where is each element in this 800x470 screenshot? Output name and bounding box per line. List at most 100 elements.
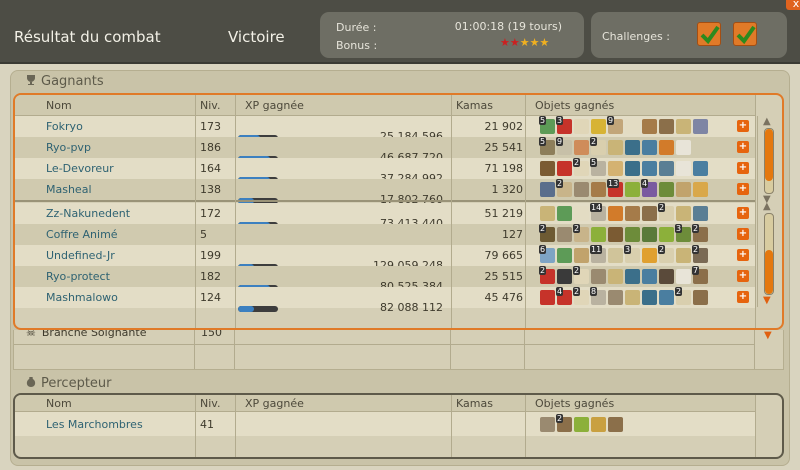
item-icon[interactable] xyxy=(625,119,640,134)
item-icon[interactable] xyxy=(574,206,589,221)
item-icon[interactable]: 5 xyxy=(590,158,606,176)
item-icon[interactable] xyxy=(659,140,674,155)
item-icon[interactable]: 2 xyxy=(573,287,589,305)
item-icon[interactable] xyxy=(591,182,606,197)
item-icon[interactable]: 2 xyxy=(692,245,708,263)
item-icon[interactable] xyxy=(642,248,657,263)
item-icon[interactable]: 2 xyxy=(590,137,606,155)
more-items-button[interactable]: + xyxy=(737,270,749,282)
scroll-track[interactable] xyxy=(764,128,774,194)
item-icon[interactable] xyxy=(591,416,606,432)
item-icon[interactable] xyxy=(642,140,657,155)
item-icon[interactable] xyxy=(608,206,623,221)
item-icon[interactable]: 3 xyxy=(675,224,691,242)
player-name[interactable]: Mashmalowo xyxy=(15,291,195,304)
item-icon[interactable] xyxy=(625,290,640,305)
item-icon[interactable] xyxy=(676,206,691,221)
item-icon[interactable] xyxy=(693,161,708,176)
player-name[interactable]: Ryo-protect xyxy=(15,270,195,283)
item-icon[interactable] xyxy=(557,269,572,284)
item-icon[interactable] xyxy=(574,182,589,197)
item-icon[interactable]: 2 xyxy=(539,266,555,284)
item-icon[interactable] xyxy=(608,161,623,176)
item-icon[interactable] xyxy=(574,416,589,432)
scroll-up-icon[interactable]: ▲ xyxy=(763,201,771,212)
item-icon[interactable] xyxy=(557,248,572,263)
more-items-button[interactable]: + xyxy=(737,207,749,219)
item-icon[interactable] xyxy=(625,227,640,242)
item-icon[interactable] xyxy=(642,290,657,305)
item-icon[interactable]: 2 xyxy=(556,413,572,432)
scroll-thumb[interactable] xyxy=(765,250,773,294)
item-icon[interactable] xyxy=(540,161,555,176)
item-icon[interactable] xyxy=(608,269,623,284)
table-row[interactable]: Les Marchombres 41 2 xyxy=(15,412,755,436)
more-items-button[interactable]: + xyxy=(737,120,749,132)
scroll-track[interactable] xyxy=(764,213,774,295)
item-icon[interactable] xyxy=(659,269,674,284)
item-icon[interactable]: 3 xyxy=(556,116,572,134)
item-icon[interactable] xyxy=(608,248,623,263)
item-icon[interactable]: 2 xyxy=(658,203,674,221)
player-name[interactable]: Masheal xyxy=(15,183,195,196)
item-icon[interactable] xyxy=(557,206,572,221)
item-icon[interactable] xyxy=(676,119,691,134)
scroll-thumb[interactable] xyxy=(765,129,773,181)
table-row[interactable]: Zz-Nakunedent 172 73 413 440 51 219 14 2 + xyxy=(15,203,755,230)
item-icon[interactable] xyxy=(540,182,555,197)
item-icon[interactable] xyxy=(642,161,657,176)
item-icon[interactable] xyxy=(591,269,606,284)
player-name[interactable]: Undefined-Jr xyxy=(15,249,195,262)
table-row[interactable]: Ryo-protect 182 80 525 384 25 515 2 2 7 + xyxy=(15,266,755,293)
item-icon[interactable] xyxy=(693,206,708,221)
item-icon[interactable] xyxy=(557,161,572,176)
player-name[interactable]: Ryo-pvp xyxy=(15,141,195,154)
item-icon[interactable] xyxy=(676,182,691,197)
item-icon[interactable]: 2 xyxy=(539,224,555,242)
item-icon[interactable]: 2 xyxy=(658,245,674,263)
scrollbar-team1[interactable]: ▲ ▼ xyxy=(757,116,779,206)
table-row[interactable]: Mashmalowo 124 82 088 112 45 476 4 2 8 2 + xyxy=(15,287,755,314)
player-name[interactable]: Zz-Nakunedent xyxy=(15,207,195,220)
item-icon[interactable]: 5 xyxy=(539,116,555,134)
item-icon[interactable] xyxy=(574,140,589,155)
item-icon[interactable] xyxy=(625,182,640,197)
item-icon[interactable]: 4 xyxy=(641,179,657,197)
item-icon[interactable] xyxy=(676,140,691,155)
item-icon[interactable] xyxy=(693,290,708,305)
more-items-button[interactable]: + xyxy=(737,228,749,240)
item-icon[interactable]: 9 xyxy=(556,137,572,155)
item-icon[interactable] xyxy=(625,161,640,176)
table-row[interactable]: Ryo-pvp 186 46 687 720 25 541 5 9 2 + xyxy=(15,137,755,164)
table-row[interactable]: Undefined-Jr 199 129 059 248 79 665 6 11 3 2 2 + xyxy=(15,245,755,272)
player-name[interactable]: Le-Devoreur xyxy=(15,162,195,175)
player-name[interactable]: Les Marchombres xyxy=(15,418,195,431)
item-icon[interactable] xyxy=(659,119,674,134)
item-icon[interactable] xyxy=(608,416,623,432)
table-row[interactable]: Coffre Animé 5 127 2 2 3 2 + xyxy=(15,224,755,245)
scroll-down-icon[interactable]: ▼ xyxy=(763,295,771,306)
player-name[interactable]: Fokryo xyxy=(15,120,195,133)
table-row[interactable]: Masheal 138 17 802 760 1 320 2 13 4 + xyxy=(15,179,755,206)
more-items-button[interactable]: + xyxy=(737,162,749,174)
item-icon[interactable] xyxy=(642,119,657,134)
item-icon[interactable] xyxy=(540,206,555,221)
item-icon[interactable] xyxy=(676,248,691,263)
item-icon[interactable] xyxy=(642,206,657,221)
challenge-success-icon[interactable] xyxy=(697,22,721,46)
item-icon[interactable] xyxy=(659,227,674,242)
item-icon[interactable]: 9 xyxy=(607,116,623,134)
item-icon[interactable]: 14 xyxy=(590,203,606,221)
item-icon[interactable] xyxy=(693,119,708,134)
item-icon[interactable] xyxy=(574,119,589,134)
item-icon[interactable]: 2 xyxy=(692,224,708,242)
item-icon[interactable]: 5 xyxy=(539,137,555,155)
more-items-button[interactable]: + xyxy=(737,249,749,261)
item-icon[interactable]: 2 xyxy=(573,224,589,242)
item-icon[interactable] xyxy=(591,227,606,242)
scroll-up-icon[interactable]: ▲ xyxy=(763,116,771,127)
item-icon[interactable] xyxy=(693,182,708,197)
item-icon[interactable]: 2 xyxy=(573,158,589,176)
item-icon[interactable] xyxy=(676,269,691,284)
item-icon[interactable]: 3 xyxy=(624,245,640,263)
